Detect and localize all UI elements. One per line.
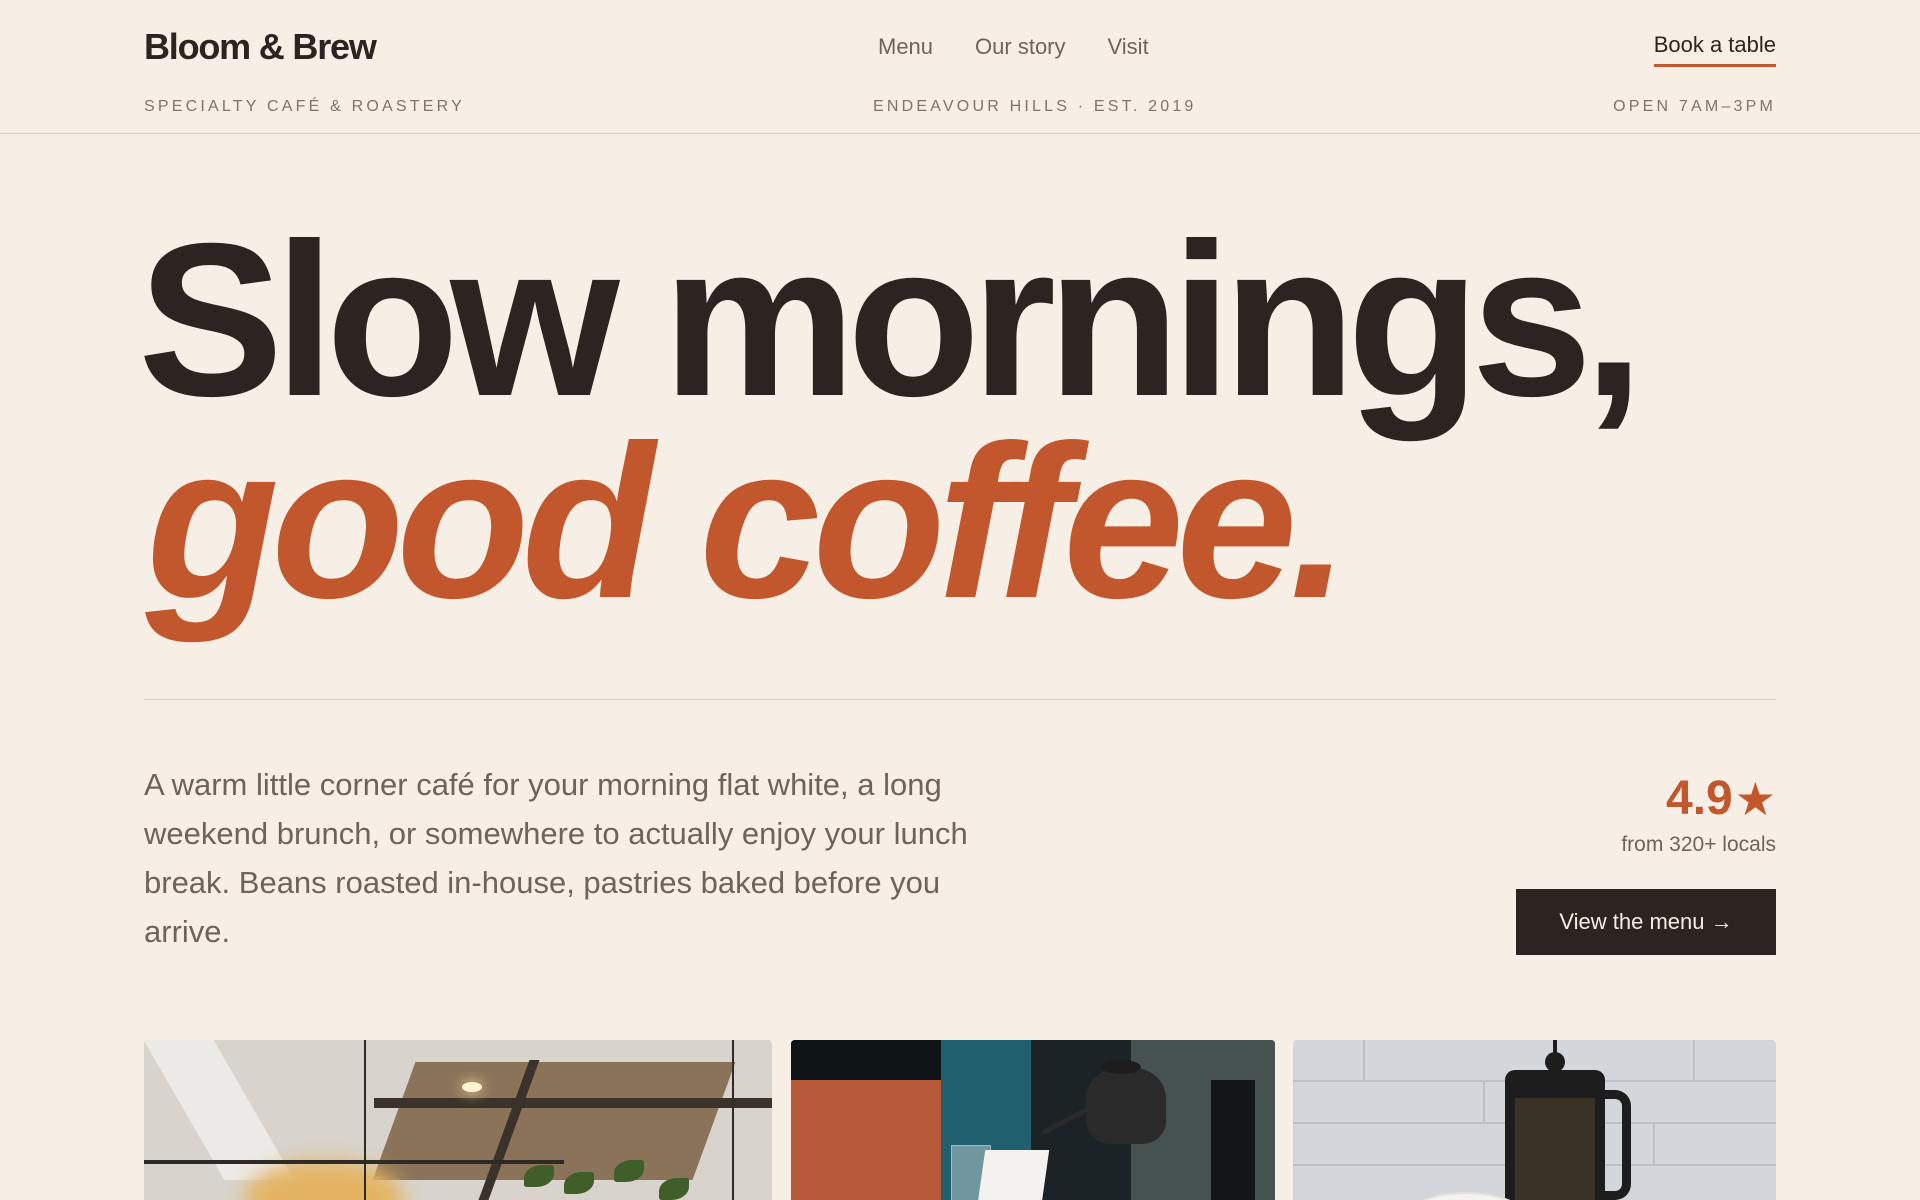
location-established: ENDEAVOUR HILLS · EST. 2019	[873, 98, 1197, 115]
rating-block: 4.9 ★ from 320+ locals	[1621, 775, 1776, 857]
pour-over-photo	[791, 1040, 1275, 1200]
brand-logo[interactable]: Bloom & Brew	[144, 26, 377, 68]
tagline: SPECIALTY CAFÉ & ROASTERY	[144, 98, 465, 115]
intro-paragraph: A warm little corner café for your morni…	[144, 767, 968, 949]
book-table-link[interactable]: Book a table	[1653, 32, 1776, 67]
hero-divider	[144, 699, 1776, 700]
view-menu-button[interactable]: View the menu →	[1516, 889, 1776, 955]
cafe-interior-photo	[144, 1040, 772, 1200]
rating-score: 4.9 ★	[1621, 775, 1776, 823]
hero-headline-line-2: good coffee.	[146, 401, 1350, 644]
opening-hours: OPEN 7AM–3PM	[1613, 98, 1776, 115]
nav-link-our-story[interactable]: Our story	[975, 34, 1065, 60]
hero-headline-line-1: Slow mornings,	[138, 199, 1644, 442]
french-press-photo	[1293, 1040, 1776, 1200]
rating-value: 4.9	[1666, 772, 1733, 825]
main-nav: Menu Our story Visit	[878, 34, 1149, 60]
header-divider	[0, 133, 1920, 134]
star-icon: ★	[1734, 773, 1776, 825]
nav-link-visit[interactable]: Visit	[1108, 34, 1149, 60]
nav-link-menu[interactable]: Menu	[878, 34, 933, 60]
rating-caption: from 320+ locals	[1621, 833, 1776, 856]
